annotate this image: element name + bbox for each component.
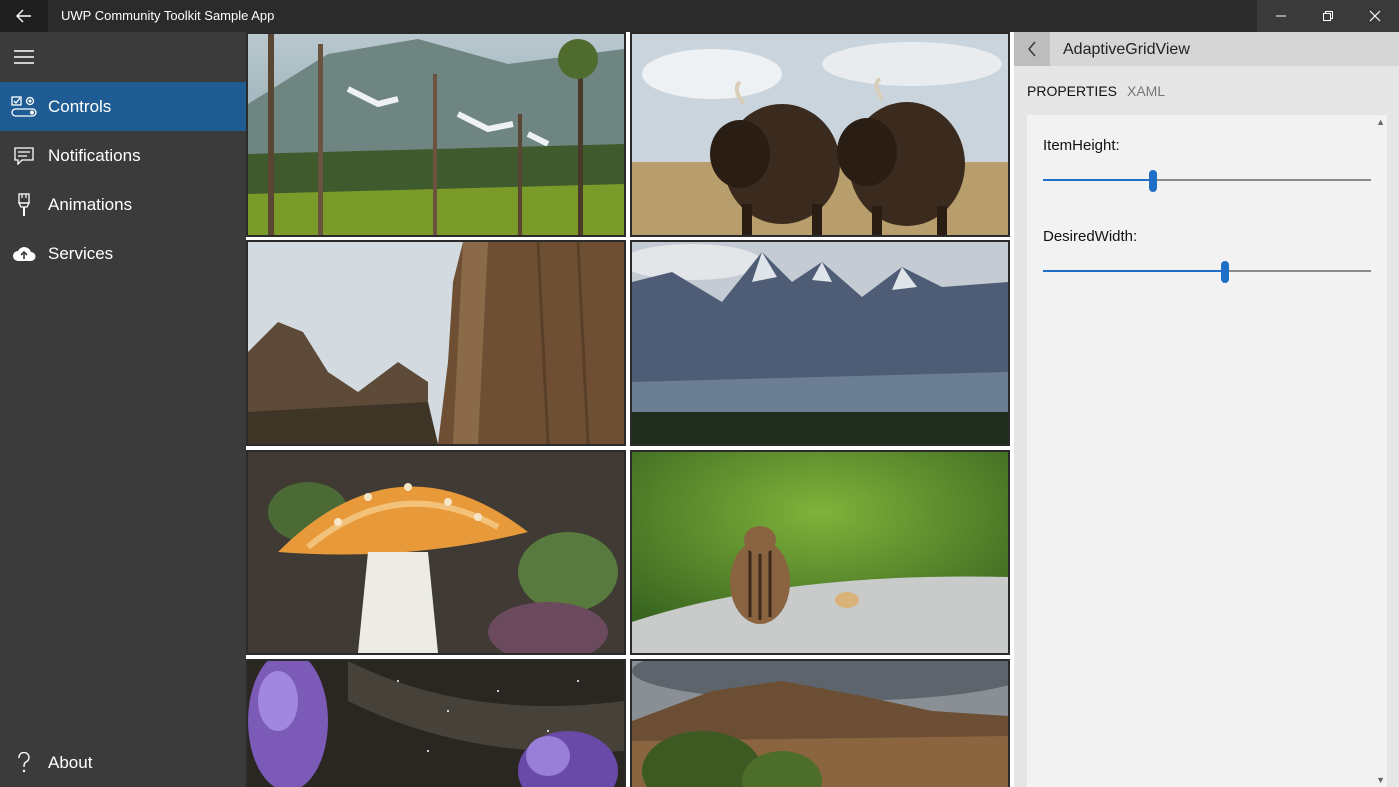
sidebar-item-notifications[interactable]: Notifications [0, 131, 246, 180]
desired-width-slider[interactable] [1043, 261, 1371, 283]
bison-photo[interactable] [630, 32, 1010, 237]
slider-fill [1043, 270, 1226, 272]
sidebar-item-label: About [48, 752, 93, 772]
desired-width-label: DesiredWidth: [1043, 228, 1138, 245]
tab-properties[interactable]: PROPERTIES [1027, 83, 1117, 99]
slider-thumb[interactable] [1148, 170, 1157, 192]
sidebar-item-services[interactable]: Services [0, 229, 246, 278]
mushroom-photo[interactable] [246, 450, 626, 655]
slider-thumb[interactable] [1221, 261, 1230, 283]
sidebar-item-animations[interactable]: Animations [0, 180, 246, 229]
milky-way-flowers-photo[interactable] [246, 659, 626, 787]
hamburger-button[interactable] [0, 32, 48, 82]
sample-properties-panel: AdaptiveGridView PROPERTIES XAML ▲ ItemH… [1014, 32, 1399, 787]
chipmunk-photo[interactable] [630, 450, 1010, 655]
back-button[interactable] [0, 0, 48, 32]
help-icon [18, 751, 30, 772]
tab-xaml[interactable]: XAML [1127, 83, 1165, 99]
back-arrow-icon [16, 9, 31, 23]
sidebar-item-controls[interactable]: Controls [0, 82, 246, 131]
services-icon [13, 246, 36, 261]
sidebar-item-label: Animations [48, 194, 133, 214]
sidebar-item-label: Services [48, 243, 114, 263]
title-bar: UWP Community Toolkit Sample App [0, 0, 1399, 32]
panel-header: AdaptiveGridView [1014, 32, 1399, 66]
item-height-label: ItemHeight: [1043, 137, 1120, 154]
chevron-left-icon [1028, 41, 1036, 57]
restore-button[interactable] [1304, 0, 1351, 32]
sidebar-item-label: Controls [48, 96, 112, 116]
window-title: UWP Community Toolkit Sample App [61, 8, 275, 23]
animations-icon [17, 192, 31, 216]
forest-mountain-photo[interactable] [246, 32, 626, 237]
slider-fill [1043, 179, 1153, 181]
sidebar-item-label: Notifications [48, 145, 141, 165]
scroll-down-icon[interactable]: ▼ [1376, 775, 1385, 785]
mountain-range-photo[interactable] [630, 240, 1010, 446]
sidebar-item-about[interactable]: About [0, 738, 246, 787]
properties-list[interactable]: ▲ ItemHeight: DesiredWidth: ▼ [1027, 115, 1387, 787]
close-icon [1369, 10, 1380, 22]
minimize-button[interactable] [1257, 0, 1304, 32]
mesa-trees-photo[interactable] [630, 659, 1010, 787]
item-height-slider[interactable] [1043, 170, 1371, 192]
controls-icon [11, 95, 37, 117]
scroll-up-icon[interactable]: ▲ [1376, 117, 1385, 127]
adaptive-grid-view [246, 32, 1014, 787]
close-button[interactable] [1351, 0, 1398, 32]
notifications-icon [14, 146, 34, 165]
restore-icon [1322, 11, 1333, 21]
sidebar: Controls Notifications Animations Servic… [0, 32, 246, 787]
hamburger-icon [14, 50, 34, 64]
panel-title: AdaptiveGridView [1063, 41, 1190, 58]
minimize-icon [1275, 15, 1286, 17]
panel-collapse-button[interactable] [1014, 32, 1050, 66]
canyon-cliff-photo[interactable] [246, 240, 626, 446]
